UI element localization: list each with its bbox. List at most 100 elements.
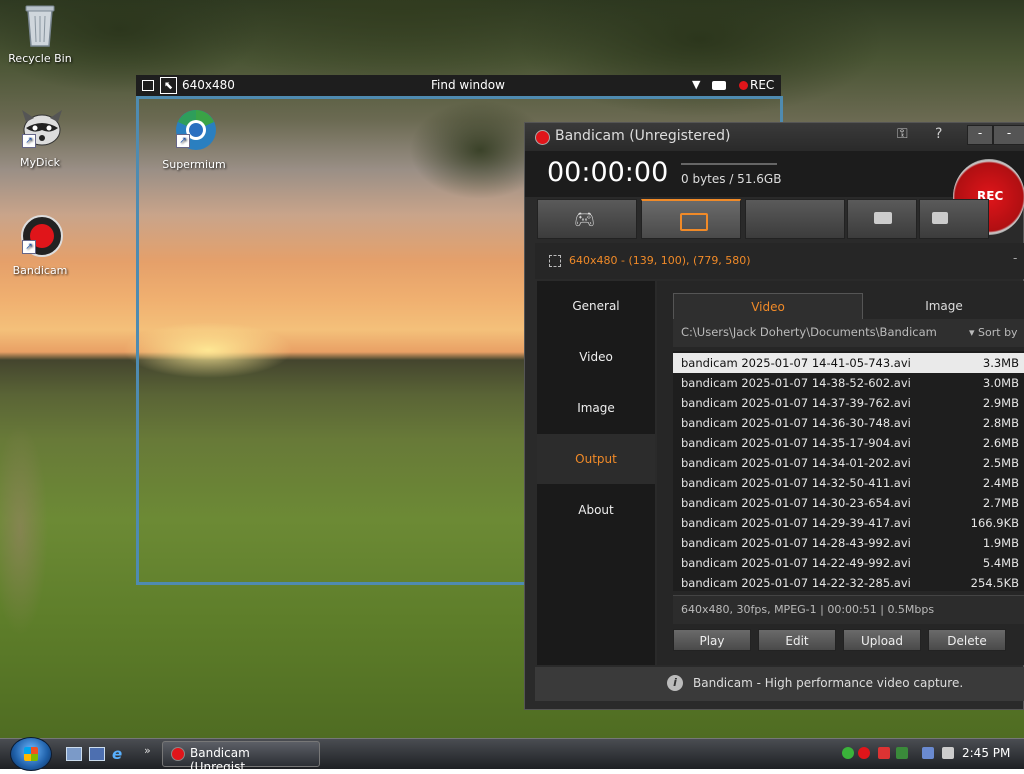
desktop-icon-recycle-bin[interactable]: Recycle Bin bbox=[0, 2, 80, 65]
taskbar: e » Bandicam (Unregist... 2:45 PM bbox=[0, 737, 1024, 774]
bandicam-tray-icon[interactable] bbox=[858, 747, 870, 759]
volume-muted-icon[interactable] bbox=[942, 747, 954, 759]
tab-screenshot[interactable] bbox=[919, 199, 989, 239]
sidebar-item-about[interactable]: About bbox=[537, 485, 655, 535]
overflow-chevron-icon[interactable]: » bbox=[144, 744, 151, 757]
file-name: bandicam 2025-01-07 14-36-30-748.avi bbox=[681, 416, 911, 430]
edit-button[interactable]: Edit bbox=[758, 629, 836, 651]
region-expand-icon[interactable]: - bbox=[1013, 251, 1017, 265]
help-icon[interactable]: ? bbox=[935, 126, 942, 142]
file-row[interactable]: bandicam 2025-01-07 14-22-32-285.avi 254.… bbox=[673, 573, 1024, 591]
file-row[interactable]: bandicam 2025-01-07 14-22-49-992.avi 5.4M… bbox=[673, 553, 1024, 573]
capture-size-label[interactable]: 640x480 bbox=[182, 78, 235, 92]
minimize-button[interactable]: - bbox=[967, 125, 993, 145]
file-info: 640x480, 30fps, MPEG-1 | 00:00:51 | 0.5M… bbox=[681, 603, 935, 616]
desktop-icon-label: Bandicam bbox=[12, 264, 68, 277]
update-icon[interactable] bbox=[896, 747, 908, 759]
switch-windows-icon[interactable] bbox=[89, 747, 105, 761]
file-size: 2.6MB bbox=[982, 436, 1019, 450]
camera-icon[interactable] bbox=[712, 81, 726, 90]
file-size: 3.3MB bbox=[982, 356, 1019, 370]
shortcut-arrow-icon: ↗ bbox=[22, 240, 36, 254]
file-size: 166.9KB bbox=[970, 516, 1019, 530]
file-name: bandicam 2025-01-07 14-37-39-762.avi bbox=[681, 396, 911, 410]
file-row[interactable]: bandicam 2025-01-07 14-35-17-904.avi 2.6M… bbox=[673, 433, 1024, 453]
sidebar-item-output[interactable]: Output bbox=[537, 434, 655, 484]
shortcut-arrow-icon: ↗ bbox=[22, 134, 36, 148]
recycle-bin-icon bbox=[20, 2, 60, 47]
file-size: 5.4MB bbox=[982, 556, 1019, 570]
dropdown-arrow-icon[interactable]: ▼ bbox=[692, 78, 700, 91]
file-name: bandicam 2025-01-07 14-34-01-202.avi bbox=[681, 456, 911, 470]
file-name: bandicam 2025-01-07 14-29-39-417.avi bbox=[681, 516, 911, 530]
file-row[interactable]: bandicam 2025-01-07 14-30-23-654.avi 2.7M… bbox=[673, 493, 1024, 513]
network-status-icon[interactable] bbox=[842, 747, 854, 759]
sidebar-item-label: About bbox=[578, 503, 614, 517]
sidebar-item-video[interactable]: Video bbox=[537, 332, 655, 382]
file-name: bandicam 2025-01-07 14-22-49-992.avi bbox=[681, 556, 911, 570]
output-panel: Video Image C:\Users\Jack Doherty\Docume… bbox=[657, 281, 1024, 665]
file-size: 2.5MB bbox=[982, 456, 1019, 470]
status-footer: i Bandicam - High performance video capt… bbox=[535, 667, 1024, 701]
sort-dropdown[interactable]: ▾ Sort by bbox=[969, 326, 1018, 339]
key-icon[interactable]: ⚿ bbox=[897, 126, 908, 142]
path-row: C:\Users\Jack Doherty\Documents\Bandicam… bbox=[673, 319, 1024, 347]
windows-logo-icon bbox=[24, 747, 38, 761]
sidebar-item-general[interactable]: General bbox=[537, 281, 655, 331]
raccoon-icon: ↗ bbox=[20, 108, 62, 148]
tab-image-output[interactable]: Image bbox=[863, 293, 1024, 319]
tab-folder[interactable] bbox=[847, 199, 917, 239]
output-folder-path[interactable]: C:\Users\Jack Doherty\Documents\Bandicam bbox=[681, 325, 937, 339]
show-desktop-icon[interactable] bbox=[66, 747, 82, 761]
file-row[interactable]: bandicam 2025-01-07 14-37-39-762.avi 2.9M… bbox=[673, 393, 1024, 413]
sidebar-item-label: General bbox=[572, 299, 620, 313]
bandicam-titlebar[interactable]: Bandicam (Unregistered) ⚿ ? - - bbox=[525, 123, 1024, 151]
file-row[interactable]: bandicam 2025-01-07 14-34-01-202.avi 2.5M… bbox=[673, 453, 1024, 473]
file-name: bandicam 2025-01-07 14-30-23-654.avi bbox=[681, 496, 911, 510]
sidebar-item-image[interactable]: Image bbox=[537, 383, 655, 433]
file-row[interactable]: bandicam 2025-01-07 14-28-43-992.avi 1.9M… bbox=[673, 533, 1024, 553]
tab-label: Image bbox=[925, 299, 963, 313]
file-size: 3.0MB bbox=[982, 376, 1019, 390]
file-size: 254.5KB bbox=[970, 576, 1019, 590]
window-title: Bandicam (Unregistered) bbox=[555, 128, 731, 144]
tab-video-output[interactable]: Video bbox=[673, 293, 863, 320]
start-button[interactable] bbox=[10, 737, 52, 771]
delete-button[interactable]: Delete bbox=[928, 629, 1006, 651]
tab-screen-mode[interactable] bbox=[641, 199, 741, 239]
desktop-icon-mydick[interactable]: ↗ MyDick bbox=[0, 108, 80, 169]
close-button[interactable]: - bbox=[993, 125, 1024, 145]
tab-device-mode[interactable] bbox=[745, 199, 845, 239]
internet-explorer-icon[interactable]: e bbox=[112, 745, 122, 763]
capture-title: Find window bbox=[431, 78, 505, 92]
capture-rec-label[interactable]: REC bbox=[750, 78, 774, 92]
region-select-icon bbox=[549, 255, 561, 267]
network-monitor-icon[interactable] bbox=[922, 747, 934, 759]
clock[interactable]: 2:45 PM bbox=[962, 746, 1010, 760]
desktop-icon-bandicam[interactable]: ↗ Bandicam bbox=[0, 214, 80, 277]
sidebar-item-label: Image bbox=[577, 401, 615, 415]
file-size: 2.8MB bbox=[982, 416, 1019, 430]
file-row[interactable]: bandicam 2025-01-07 14-32-50-411.avi 2.4M… bbox=[673, 473, 1024, 493]
fullscreen-toggle-icon[interactable] bbox=[142, 80, 154, 91]
mode-tabs: 🎮︎ bbox=[535, 199, 1024, 241]
file-size: 2.4MB bbox=[982, 476, 1019, 490]
file-name: bandicam 2025-01-07 14-41-05-743.avi bbox=[681, 356, 911, 370]
file-row[interactable]: bandicam 2025-01-07 14-41-05-743.avi 3.3M… bbox=[673, 353, 1024, 373]
file-list[interactable]: bandicam 2025-01-07 14-41-05-743.avi 3.3M… bbox=[673, 351, 1024, 591]
file-row[interactable]: bandicam 2025-01-07 14-38-52-602.avi 3.0M… bbox=[673, 373, 1024, 393]
cursor-select-icon[interactable]: ⬉ bbox=[160, 77, 177, 94]
security-alert-icon[interactable] bbox=[878, 747, 890, 759]
play-button[interactable]: Play bbox=[673, 629, 751, 651]
file-name: bandicam 2025-01-07 14-28-43-992.avi bbox=[681, 536, 911, 550]
storage-info: 0 bytes / 51.6GB bbox=[681, 172, 782, 186]
upload-button[interactable]: Upload bbox=[843, 629, 921, 651]
file-size: 2.9MB bbox=[982, 396, 1019, 410]
storage-bar bbox=[681, 163, 777, 165]
tab-game-mode[interactable]: 🎮︎ bbox=[537, 199, 637, 239]
file-row[interactable]: bandicam 2025-01-07 14-36-30-748.avi 2.8M… bbox=[673, 413, 1024, 433]
file-row[interactable]: bandicam 2025-01-07 14-29-39-417.avi 166.… bbox=[673, 513, 1024, 533]
taskbar-item-bandicam[interactable]: Bandicam (Unregist... bbox=[162, 741, 320, 774]
region-info-row: 640x480 - (139, 100), (779, 580) - bbox=[535, 243, 1024, 279]
capture-toolbar[interactable]: ⬉ 640x480 Find window ▼ REC bbox=[136, 75, 781, 96]
